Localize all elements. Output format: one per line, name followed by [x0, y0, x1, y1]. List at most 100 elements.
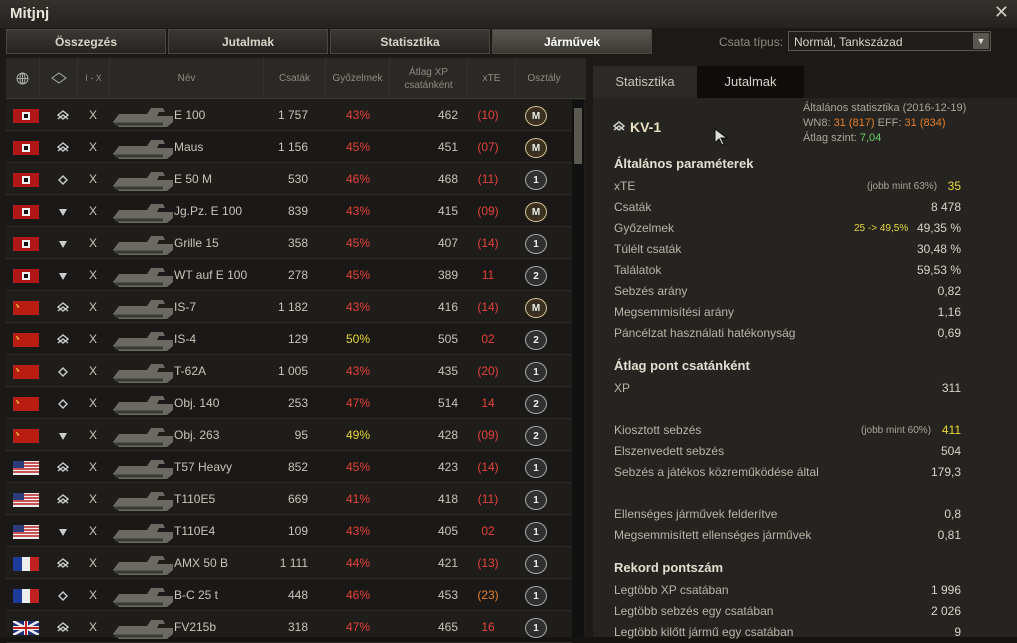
tier-value: X — [88, 300, 97, 314]
tank-thumbnail — [113, 332, 173, 351]
avg-xp-value: 451 — [437, 140, 458, 154]
spotted-value: 0,8 — [944, 507, 961, 521]
damage-ratio-value: 0,82 — [937, 284, 961, 298]
battles-column-header[interactable]: Csaták — [264, 58, 326, 98]
wins-value: 45% — [345, 460, 371, 474]
avg-xp-value: 418 — [437, 492, 458, 506]
mastery-badge-icon: 1 — [525, 554, 547, 574]
avg-xp-value: 389 — [437, 268, 458, 282]
wins-label: Győzelmek — [614, 221, 675, 235]
nation-flag-icon — [13, 109, 39, 123]
scrollbar[interactable] — [572, 100, 584, 637]
tier-value: X — [88, 588, 97, 602]
wn8-label: WN8: — [803, 117, 831, 129]
vehicle-type-icon — [59, 433, 67, 440]
nation-flag-icon — [13, 141, 39, 155]
vehicle-name: B-C 25 t — [174, 588, 219, 602]
xte-column-header[interactable]: xTE — [468, 58, 516, 98]
nation-flag-icon — [13, 525, 39, 539]
section-average: Átlag pont csatánként — [614, 358, 750, 373]
table-row[interactable]: X Obj. 263 95 49% 428 (09) 2 — [6, 420, 572, 451]
killed-label: Megsemmisített ellenséges járművek — [614, 528, 812, 542]
name-column-header[interactable]: Név — [110, 58, 264, 98]
tab-detail-statistics[interactable]: Statisztika — [593, 66, 697, 98]
table-row[interactable]: X E 50 M 530 46% 468 (11) 1 — [6, 164, 572, 195]
tab-detail-awards[interactable]: Jutalmak — [697, 66, 804, 98]
battle-type-select[interactable]: Normál, Tankszázad ▼ — [788, 31, 991, 51]
table-row[interactable]: X T110E5 669 41% 418 (11) 1 — [6, 484, 572, 515]
tank-thumbnail — [113, 428, 173, 447]
mastery-badge-icon: 1 — [525, 234, 547, 254]
mastery-badge-icon: 2 — [525, 266, 547, 286]
tab-vehicles[interactable]: Járművek — [492, 29, 652, 54]
battles-value: 8 478 — [930, 200, 961, 214]
table-row[interactable]: X AMX 50 B 1 111 44% 421 (13) 1 — [6, 548, 572, 579]
class-column-header[interactable]: Osztály — [516, 58, 572, 98]
tier-column-header[interactable]: I - X — [78, 58, 110, 98]
table-row[interactable]: X IS-4 129 50% 505 02 2 — [6, 324, 572, 355]
table-row[interactable]: X Maus 1 156 45% 451 (07) M — [6, 132, 572, 163]
mastery-badge-icon: 1 — [525, 458, 547, 478]
avg-xp-value: 407 — [437, 236, 458, 250]
xte-value: (13) — [477, 556, 499, 570]
table-row[interactable]: X T110E4 109 43% 405 02 1 — [6, 516, 572, 547]
battles-value: 129 — [287, 332, 308, 346]
table-row[interactable]: X B-C 25 t 448 46% 453 (23) 1 — [6, 580, 572, 611]
tab-awards[interactable]: Jutalmak — [168, 29, 328, 54]
mastery-badge-icon: 2 — [525, 426, 547, 446]
tank-thumbnail — [113, 108, 173, 127]
vehicle-type-icon — [58, 399, 68, 409]
avg-xp-value: 468 — [437, 172, 458, 186]
table-row[interactable]: X T-62A 1 005 43% 435 (20) 1 — [6, 356, 572, 387]
xte-value: (14) — [477, 460, 499, 474]
wins-value: 43% — [345, 204, 371, 218]
battles-value: 1 111 — [279, 556, 308, 570]
table-row[interactable]: X FV215b 318 47% 465 16 1 — [6, 612, 572, 643]
tab-summary[interactable]: Összegzés — [6, 29, 166, 54]
wins-value: 44% — [345, 556, 371, 570]
survived-value: 30,48 % — [916, 242, 961, 256]
tank-thumbnail — [113, 588, 173, 607]
tank-thumbnail — [113, 396, 173, 415]
table-row[interactable]: X E 100 1 757 43% 462 (10) M — [6, 100, 572, 131]
close-icon[interactable]: ✕ — [994, 2, 1009, 23]
wins-value: 46% — [345, 172, 371, 186]
table-row[interactable]: X IS-7 1 182 43% 416 (14) M — [6, 292, 572, 323]
vehicle-type-icon — [58, 591, 68, 601]
table-row[interactable]: X Grille 15 358 45% 407 (14) 1 — [6, 228, 572, 259]
scrollbar-thumb[interactable] — [574, 108, 582, 164]
table-row[interactable]: X Obj. 140 253 47% 514 14 2 — [6, 388, 572, 419]
vehicle-name: IS-4 — [174, 332, 197, 346]
table-row[interactable]: X T57 Heavy 852 45% 423 (14) 1 — [6, 452, 572, 483]
type-column-header[interactable] — [40, 58, 78, 98]
tier-value: X — [88, 460, 97, 474]
vehicle-name: E 100 — [174, 108, 206, 122]
tank-thumbnail — [113, 492, 173, 511]
heavy-tank-icon — [613, 121, 625, 131]
vehicle-type-icon — [57, 558, 69, 568]
table-row[interactable]: X WT auf E 100 278 45% 389 11 2 — [6, 260, 572, 291]
battles-value: 530 — [287, 172, 308, 186]
xte-value: 02 — [481, 524, 495, 538]
armor-efficiency-value: 0,69 — [937, 326, 961, 340]
wins-column-header[interactable]: Győzelmek — [326, 58, 390, 98]
wins-value: 45% — [345, 236, 371, 250]
mastery-badge-icon: 2 — [525, 394, 547, 414]
table-row[interactable]: X Jg.Pz. E 100 839 43% 415 (09) M — [6, 196, 572, 227]
avg-xp-column-header[interactable]: Átlag XP csatánként — [390, 58, 468, 98]
nation-column-header[interactable] — [6, 58, 40, 98]
vehicle-name: WT auf E 100 — [174, 268, 248, 282]
tab-statistics[interactable]: Statisztika — [330, 29, 490, 54]
tier-value: X — [88, 620, 97, 634]
armor-efficiency-label: Páncélzat használati hatékonyság — [614, 326, 796, 340]
wins-value: 47% — [345, 620, 371, 634]
eff-best: (834) — [919, 117, 946, 129]
vehicle-type-icon — [57, 302, 69, 312]
hits-value: 59,53 % — [916, 263, 961, 277]
battle-type-label: Csata típus: — [719, 35, 784, 49]
battles-label: Csaták — [614, 200, 652, 214]
vehicle-type-icon — [59, 529, 67, 536]
battles-value: 95 — [294, 428, 308, 442]
mastery-badge-icon: M — [525, 202, 547, 222]
vehicle-type-icon — [57, 110, 69, 120]
